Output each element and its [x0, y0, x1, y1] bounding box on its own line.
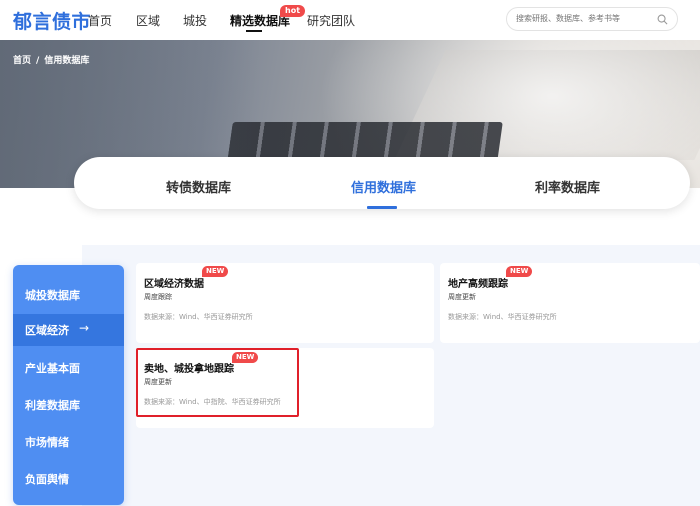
search-input[interactable] — [516, 14, 656, 23]
breadcrumb-home[interactable]: 首页 — [13, 56, 31, 66]
nav-research-team[interactable]: 研究团队 — [307, 12, 355, 29]
sidebar-item-label: 产业基本面 — [25, 362, 80, 375]
breadcrumb-current: 信用数据库 — [44, 56, 90, 66]
sidebar-item-label: 负面舆情 — [25, 473, 69, 486]
card-source: 数据来源：Wind、中指院、华西证券研究所 — [144, 398, 281, 406]
category-sidebar: 城投数据库 区域经济 → 产业基本面 利差数据库 市场情绪 负面舆情 — [13, 265, 124, 505]
new-badge: NEW — [202, 266, 229, 277]
card-title: 卖地、城投拿地跟踪 — [144, 364, 234, 375]
card-title: 地产高频跟踪 — [448, 279, 508, 290]
card-source: 数据来源：Wind、华西证券研究所 — [448, 313, 557, 321]
nav-region[interactable]: 区域 — [136, 12, 160, 29]
top-navbar: 郁言债市 首页 区域 城投 精选数据库 hot 研究团队 — [0, 0, 700, 40]
tab-convertible-bond-db[interactable]: 转债数据库 — [166, 177, 231, 196]
tab-credit-db[interactable]: 信用数据库 — [351, 177, 416, 196]
nav-active-underline — [246, 30, 262, 32]
db-card-real-estate[interactable]: 地产高频跟踪 NEW 周度更新 数据来源：Wind、华西证券研究所 — [440, 263, 700, 343]
sidebar-item-spread-db[interactable]: 利差数据库 — [13, 389, 124, 421]
sidebar-item-label: 利差数据库 — [25, 399, 80, 412]
sidebar-item-industry-fundamentals[interactable]: 产业基本面 — [13, 352, 124, 384]
search-box[interactable] — [506, 7, 678, 31]
card-frequency: 周度更新 — [144, 378, 172, 386]
tab-active-underline — [367, 206, 397, 209]
sidebar-item-chengtou-db[interactable]: 城投数据库 — [13, 279, 124, 311]
database-tabs: 转债数据库 信用数据库 利率数据库 — [74, 157, 690, 209]
db-card-land-sales[interactable]: 卖地、城投拿地跟踪 NEW 周度更新 数据来源：Wind、中指院、华西证券研究所 — [136, 348, 434, 428]
card-title: 区域经济数据 — [144, 279, 204, 290]
db-card-regional-economy[interactable]: 区域经济数据 NEW 周度跟踪 数据来源：Wind、华西证券研究所 — [136, 263, 434, 343]
tab-interest-rate-db[interactable]: 利率数据库 — [535, 177, 600, 196]
sidebar-item-label: 市场情绪 — [25, 436, 69, 449]
breadcrumb-separator: / — [36, 56, 40, 66]
sidebar-item-label: 区域经济 — [25, 324, 69, 337]
new-badge: NEW — [232, 352, 259, 363]
card-frequency: 周度跟踪 — [144, 293, 172, 301]
nav-home[interactable]: 首页 — [88, 12, 112, 29]
search-icon[interactable] — [657, 14, 668, 25]
site-logo[interactable]: 郁言债市 — [13, 7, 91, 34]
card-source: 数据来源：Wind、华西证券研究所 — [144, 313, 253, 321]
nav-chengtou[interactable]: 城投 — [183, 12, 207, 29]
hot-badge: hot — [280, 5, 306, 17]
sidebar-item-label: 城投数据库 — [25, 289, 80, 302]
banner-keyboard-image — [227, 122, 503, 162]
sidebar-item-negative-news[interactable]: 负面舆情 — [13, 463, 124, 495]
arrow-right-icon: → — [79, 321, 90, 335]
new-badge: NEW — [506, 266, 533, 277]
sidebar-item-market-sentiment[interactable]: 市场情绪 — [13, 426, 124, 458]
card-frequency: 周度更新 — [448, 293, 476, 301]
breadcrumb: 首页 / 信用数据库 — [13, 53, 89, 66]
sidebar-item-regional-economy[interactable]: 区域经济 → — [13, 314, 124, 346]
